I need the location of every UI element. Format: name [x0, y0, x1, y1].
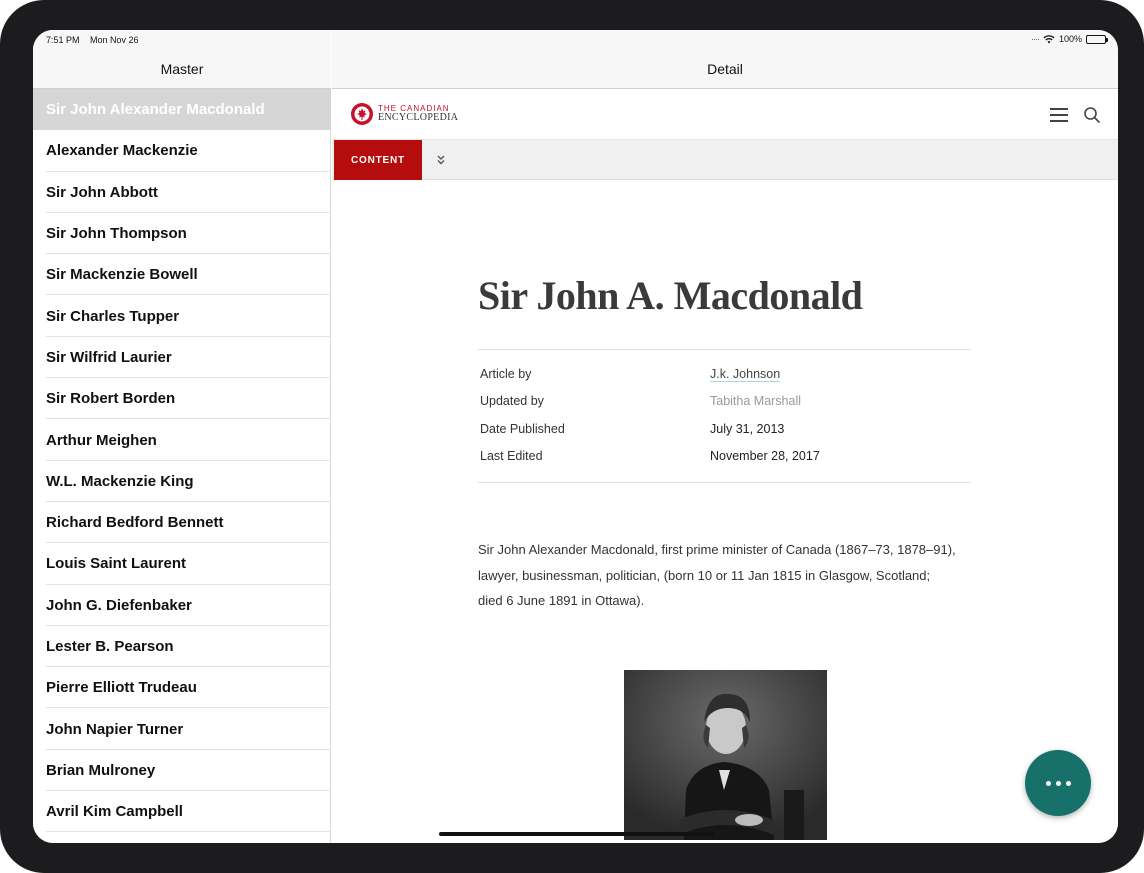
master-list-item[interactable]: Sir John Alexander Macdonald — [33, 89, 331, 131]
master-title: Master — [160, 61, 204, 77]
battery-percent: 100% — [1058, 34, 1082, 44]
content-tab[interactable]: CONTENT — [334, 140, 422, 180]
wifi-icon — [1043, 35, 1055, 44]
master-list-item[interactable]: Alexander Mackenzie — [33, 130, 331, 172]
master-list-item[interactable]: Sir Charles Tupper — [33, 295, 331, 338]
master-list-item[interactable]: W.L. Mackenzie King — [33, 461, 331, 503]
meta-label: Article by — [480, 367, 532, 381]
master-list-item[interactable]: Sir John Thompson — [33, 213, 331, 255]
article-intro: Sir John Alexander Macdonald, first prim… — [478, 542, 956, 608]
master-list-item[interactable]: Richard Bedford Bennett — [33, 502, 331, 544]
master-panel: Master Sir John Alexander Macdonald Alexa… — [33, 30, 331, 843]
hamburger-menu-icon[interactable] — [1050, 108, 1068, 122]
master-list-item[interactable]: Brian Mulroney — [33, 750, 331, 792]
site-header: THE CANADIAN ENCYCLOPEDIA — [332, 89, 1118, 140]
status-date: Mon Nov 26 — [90, 35, 139, 45]
status-indicators: ···· 100% — [1030, 34, 1108, 44]
logo-wordmark: THE CANADIAN ENCYCLOPEDIA — [378, 105, 458, 123]
portrait-image[interactable] — [624, 670, 827, 840]
master-list-item[interactable]: John G. Diefenbaker — [33, 585, 331, 627]
logo-line2: ENCYCLOPEDIA — [378, 112, 459, 123]
status-time: 7:51 PM — [46, 35, 80, 45]
master-list-item[interactable]: Sir Robert Borden — [33, 378, 331, 420]
master-list-item[interactable]: John Napier Turner — [33, 708, 331, 751]
article-title: Sir John A. Macdonald — [478, 273, 863, 318]
double-chevron-down-icon[interactable] — [435, 153, 447, 167]
master-list[interactable]: Sir John Alexander Macdonald Alexander Ma… — [33, 89, 331, 833]
portrait-photo — [624, 670, 827, 840]
ellipsis-icon — [1045, 780, 1071, 786]
master-list-item[interactable]: Sir Mackenzie Bowell — [33, 254, 331, 296]
master-list-item[interactable]: Avril Kim Campbell — [33, 791, 331, 833]
battery-icon — [1086, 34, 1108, 44]
master-list-item[interactable]: Louis Saint Laurent — [33, 543, 331, 585]
master-list-item[interactable]: Sir John Abbott — [33, 172, 331, 214]
author-link[interactable]: J.k. Johnson — [710, 367, 781, 382]
device-screen: 7:51 PM Mon Nov 26 ···· 100% Master Sir … — [33, 30, 1118, 843]
meta-label: Updated by — [480, 394, 544, 408]
signal-icon: ···· — [1030, 34, 1040, 44]
master-list-item[interactable]: Arthur Meighen — [33, 419, 331, 461]
encyclopedia-logo[interactable]: THE CANADIAN ENCYCLOPEDIA — [350, 102, 458, 126]
content-tabbar: CONTENT — [332, 140, 1118, 180]
master-list-item[interactable]: Pierre Elliott Trudeau — [33, 667, 331, 709]
detail-panel: Detail THE CANADIAN ENCYCLOPEDIA CONTENT… — [332, 30, 1118, 843]
maple-leaf-logo-icon — [351, 103, 373, 125]
article-meta: Article by J.k. Johnson Updated by Tabit… — [478, 349, 971, 483]
master-list-item[interactable]: Sir Wilfrid Laurier — [33, 337, 331, 379]
meta-value: July 31, 2013 — [710, 422, 785, 436]
detail-title: Detail — [707, 61, 743, 77]
search-icon[interactable] — [1083, 106, 1101, 124]
meta-label: Last Edited — [480, 449, 543, 463]
master-list-item[interactable]: Lester B. Pearson — [33, 626, 331, 668]
more-options-button[interactable] — [1025, 750, 1091, 816]
updater-link[interactable]: Tabitha Marshall — [710, 394, 801, 408]
meta-value: November 28, 2017 — [710, 449, 820, 463]
home-indicator — [439, 832, 714, 836]
meta-label: Date Published — [480, 422, 565, 436]
article-body[interactable]: Sir John A. Macdonald Article by J.k. Jo… — [332, 180, 1118, 843]
status-bar: 7:51 PM Mon Nov 26 ···· 100% — [33, 30, 1118, 50]
